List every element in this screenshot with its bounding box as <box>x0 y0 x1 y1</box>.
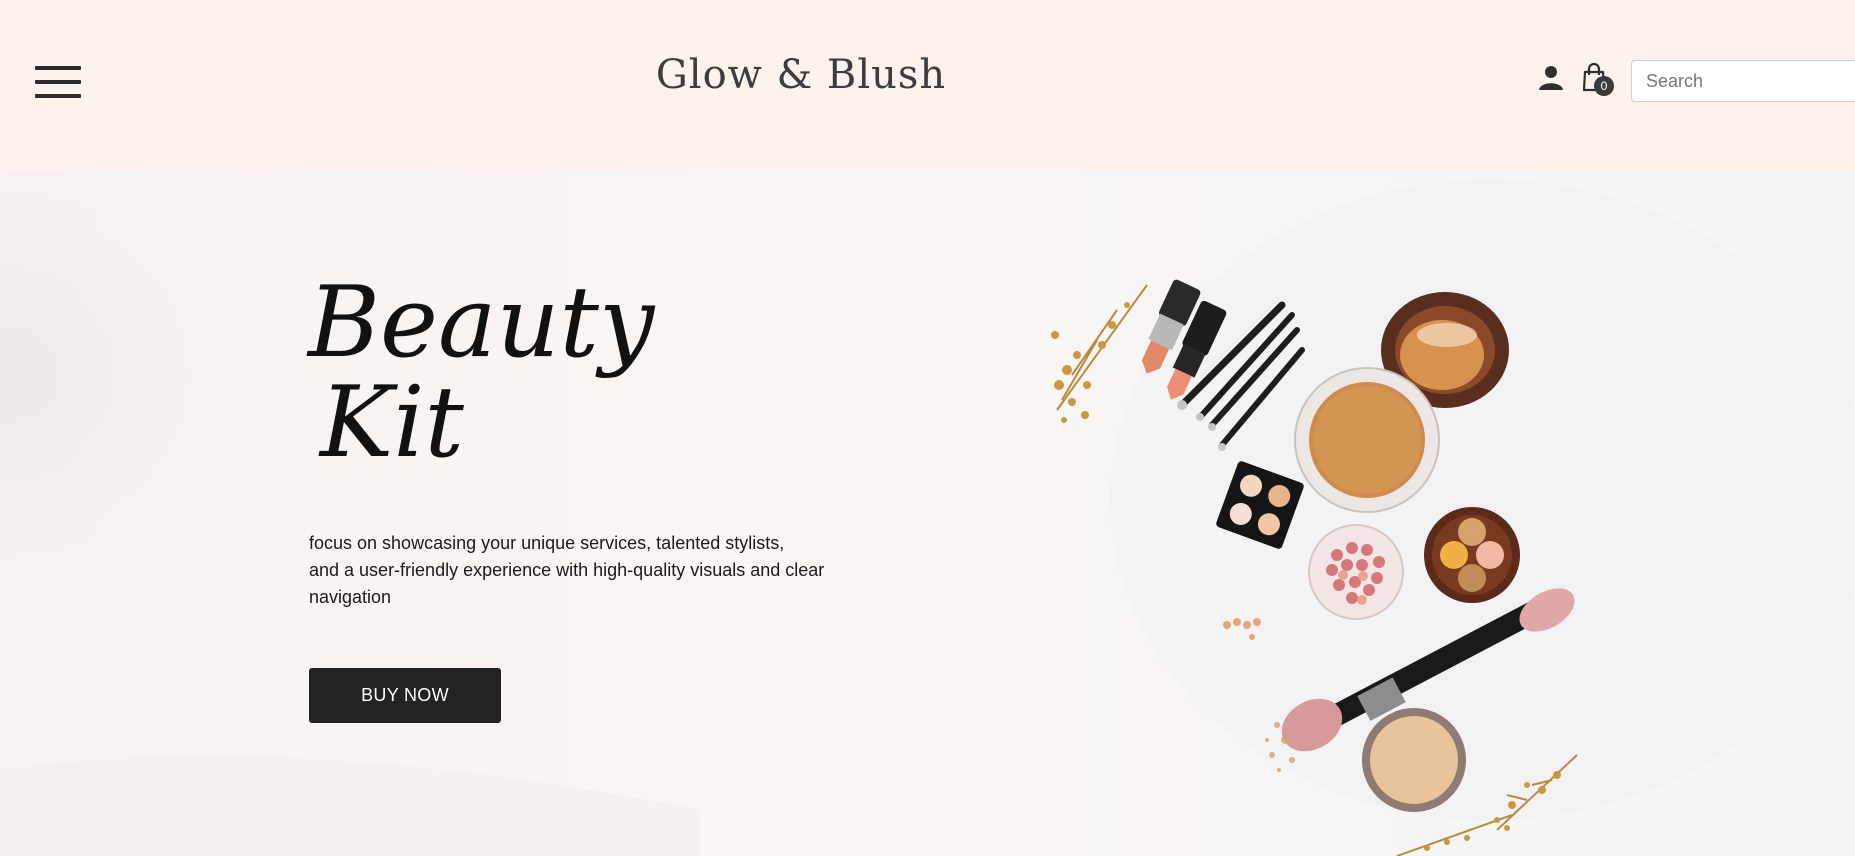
cart-count-badge: 0 <box>1594 76 1614 96</box>
hero-description-line-1: focus on showcasing your unique services… <box>309 533 785 553</box>
hero-section: Beauty Kit focus on showcasing your uniq… <box>0 170 1855 856</box>
user-icon[interactable] <box>1536 63 1566 93</box>
hero-description-line-2: and a user-friendly experience with high… <box>309 560 825 607</box>
hero-title-line-1: Beauty <box>308 266 655 380</box>
hero-title: Beauty Kit <box>308 273 654 473</box>
hero-description: focus on showcasing your unique services… <box>309 530 869 611</box>
site-header: Glow & Blush 0 <box>0 0 1855 170</box>
hero-title-line-2: Kit <box>320 366 464 480</box>
cart-button[interactable]: 0 <box>1580 62 1616 100</box>
brand-logo[interactable]: Glow & Blush <box>0 52 1602 98</box>
makeup-products-image <box>1051 279 1578 856</box>
search-input[interactable] <box>1631 60 1855 102</box>
buy-now-button[interactable]: BUY NOW <box>309 668 501 723</box>
